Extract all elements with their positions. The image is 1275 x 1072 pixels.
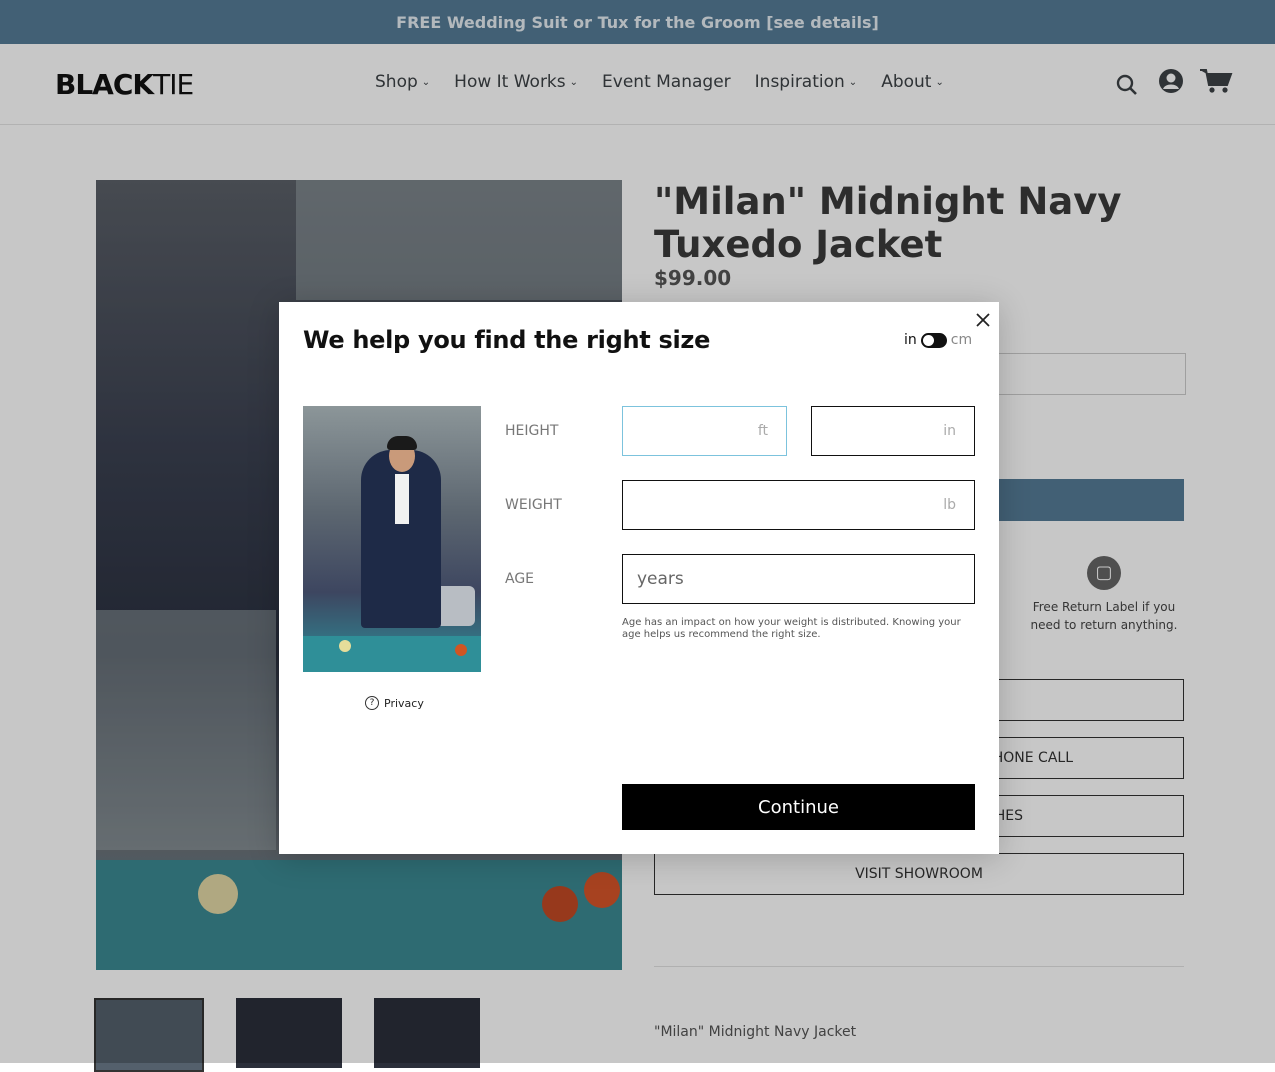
weight-input[interactable]: [623, 480, 944, 530]
height-in-field[interactable]: in: [708, 406, 975, 456]
close-icon[interactable]: [973, 310, 993, 330]
continue-button[interactable]: Continue: [622, 784, 975, 830]
age-field[interactable]: [622, 554, 975, 604]
weight-label: WEIGHT: [505, 497, 562, 513]
question-icon: ?: [365, 696, 379, 710]
lb-unit: lb: [943, 497, 956, 513]
age-input[interactable]: [623, 554, 974, 604]
unit-cm-label[interactable]: cm: [951, 332, 972, 348]
model-photo: [303, 406, 481, 672]
unit-toggle[interactable]: in cm: [904, 332, 972, 348]
size-finder-modal: We help you find the right size in cm ? …: [279, 302, 999, 854]
modal-title: We help you find the right size: [303, 326, 711, 354]
weight-field[interactable]: lb: [622, 480, 975, 530]
privacy-label: Privacy: [384, 696, 424, 710]
in-unit: in: [943, 423, 956, 439]
age-note: Age has an impact on how your weight is …: [622, 617, 961, 640]
height-in-input[interactable]: [708, 406, 944, 456]
age-label: AGE: [505, 571, 535, 587]
unit-in-label[interactable]: in: [904, 332, 917, 348]
unit-switch[interactable]: [920, 332, 947, 348]
privacy-link[interactable]: ? Privacy: [365, 696, 424, 710]
